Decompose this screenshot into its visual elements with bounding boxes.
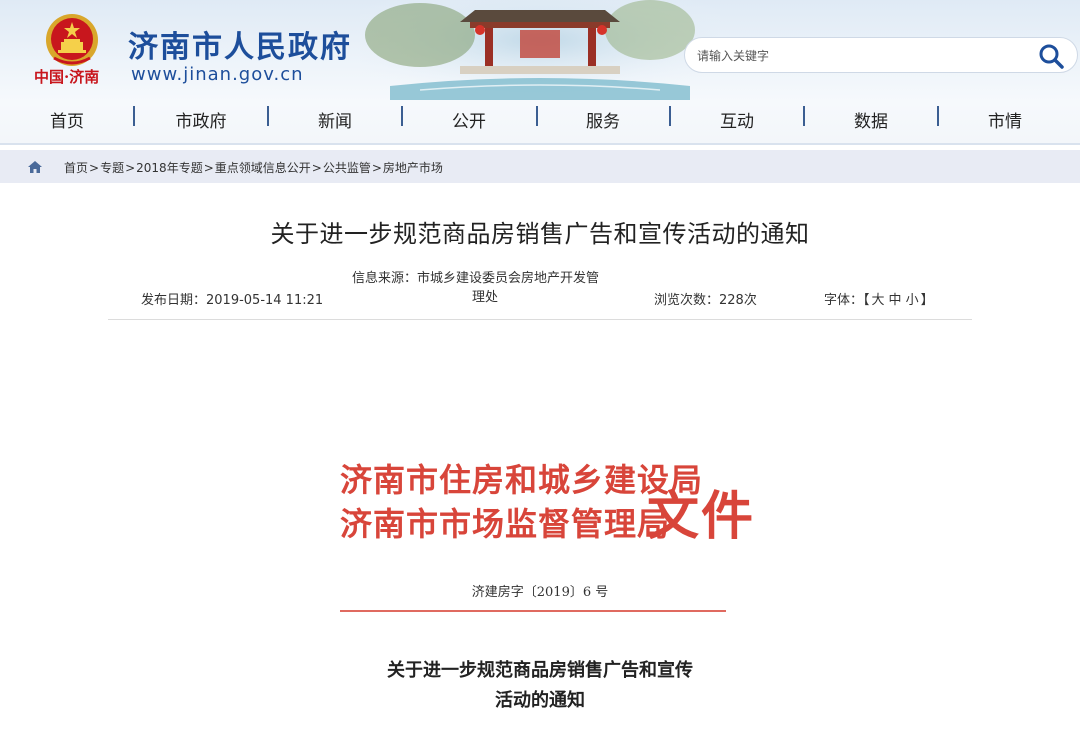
breadcrumb-topics[interactable]: 专题 bbox=[100, 161, 124, 175]
nav-item-disclosure[interactable]: 公开 bbox=[402, 107, 536, 132]
nav-divider bbox=[267, 106, 269, 126]
site-url[interactable]: www.jinan.gov.cn bbox=[131, 64, 304, 85]
breadcrumb-real-estate[interactable]: 房地产市场 bbox=[383, 161, 443, 175]
breadcrumb-public-supervision[interactable]: 公共监管 bbox=[323, 161, 371, 175]
site-header: 中国·济南 济南市人民政府 www.jinan.gov.cn 首页 市政府 新闻… bbox=[0, 0, 1080, 145]
home-icon[interactable] bbox=[27, 159, 43, 175]
view-count: 浏览次数：228次 bbox=[654, 293, 757, 308]
nav-divider bbox=[401, 106, 403, 126]
document-number: 济建房字〔2019〕6 号 bbox=[471, 585, 609, 600]
nav-divider bbox=[133, 106, 135, 126]
nav-divider bbox=[937, 106, 939, 126]
bracket-close: 】 bbox=[920, 293, 934, 308]
document-red-line bbox=[340, 610, 726, 612]
nav-item-data[interactable]: 数据 bbox=[804, 107, 938, 132]
header-divider bbox=[0, 143, 1080, 145]
font-size-label: 字体： bbox=[824, 293, 864, 308]
breadcrumb-home[interactable]: 首页 bbox=[64, 161, 88, 175]
national-emblem-icon bbox=[46, 14, 98, 66]
meta-divider bbox=[108, 319, 972, 320]
main-nav: 首页 市政府 新闻 公开 服务 互动 数据 市情 bbox=[0, 100, 1080, 138]
document-word: 文件 bbox=[647, 486, 756, 547]
info-source: 信息来源：市城乡建设委员会房地产开发管 理处 bbox=[352, 269, 630, 307]
article-title: 关于进一步规范商品房销售广告和宣传活动的通知 bbox=[270, 220, 810, 248]
nav-divider bbox=[803, 106, 805, 126]
breadcrumb-2018-topics[interactable]: 2018年专题 bbox=[136, 161, 203, 175]
document-title: 关于进一步规范商品房销售广告和宣传 活动的通知 bbox=[0, 656, 1080, 716]
font-size-small-button[interactable]: 小 bbox=[904, 293, 921, 308]
document-title-line: 活动的通知 bbox=[495, 690, 585, 711]
nav-divider bbox=[536, 106, 538, 126]
site-title[interactable]: 济南市人民政府 bbox=[128, 22, 352, 66]
search-box bbox=[684, 37, 1078, 73]
font-size-large-button[interactable]: 大 bbox=[870, 293, 887, 308]
nav-divider bbox=[669, 106, 671, 126]
breadcrumb: 首页>专题>2018年专题>重点领域信息公开>公共监管>房地产市场 bbox=[0, 150, 1080, 183]
breadcrumb-separator: > bbox=[203, 161, 214, 175]
breadcrumb-separator: > bbox=[125, 161, 136, 175]
info-source-line: 信息来源：市城乡建设委员会房地产开发管 bbox=[352, 271, 600, 286]
publish-date: 发布日期：2019-05-14 11:21 bbox=[141, 293, 324, 308]
search-icon[interactable] bbox=[1037, 42, 1065, 70]
nav-item-home[interactable]: 首页 bbox=[0, 107, 134, 132]
document-title-line: 关于进一步规范商品房销售广告和宣传 bbox=[387, 660, 693, 681]
breadcrumb-separator: > bbox=[371, 161, 382, 175]
font-size-medium-button[interactable]: 中 bbox=[887, 293, 904, 308]
font-size-switcher: 字体：【大中小】 bbox=[824, 289, 934, 308]
breadcrumb-key-disclosure[interactable]: 重点领域信息公开 bbox=[215, 161, 311, 175]
nav-item-interaction[interactable]: 互动 bbox=[670, 107, 804, 132]
nav-item-government[interactable]: 市政府 bbox=[134, 107, 268, 132]
search-input[interactable] bbox=[697, 45, 1027, 67]
pavilion-banner-image bbox=[360, 0, 720, 100]
nav-item-news[interactable]: 新闻 bbox=[268, 107, 402, 132]
breadcrumb-separator: > bbox=[89, 161, 100, 175]
emblem-label: 中国·济南 bbox=[34, 68, 100, 86]
bracket-open: 【 bbox=[863, 293, 870, 308]
nav-item-services[interactable]: 服务 bbox=[536, 107, 670, 132]
breadcrumb-separator: > bbox=[311, 161, 322, 175]
info-source-line: 理处 bbox=[472, 290, 499, 305]
nav-item-city-info[interactable]: 市情 bbox=[938, 107, 1072, 132]
breadcrumb-trail: 首页>专题>2018年专题>重点领域信息公开>公共监管>房地产市场 bbox=[64, 159, 443, 176]
